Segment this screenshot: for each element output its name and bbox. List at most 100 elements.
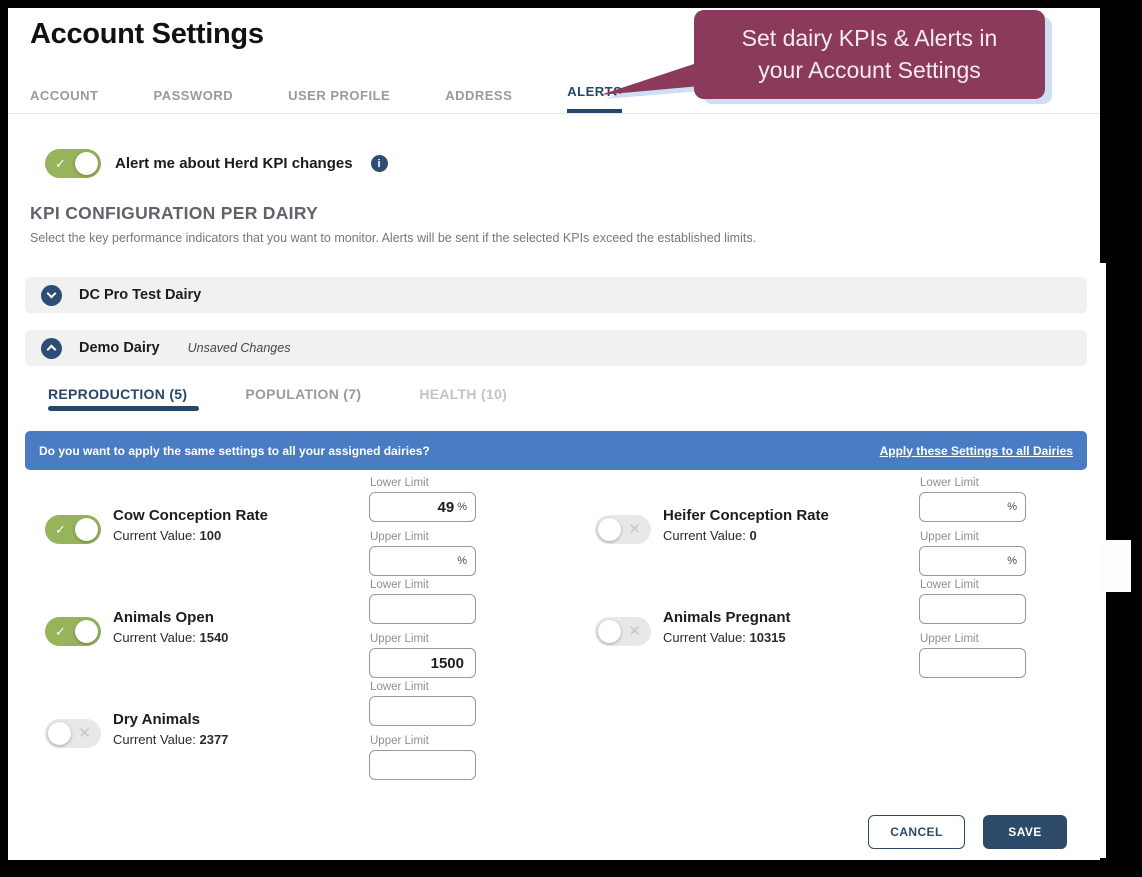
callout-arrow — [600, 55, 700, 100]
kpi-toggle[interactable]: ✕ — [45, 719, 101, 748]
lower-limit-field — [369, 696, 476, 726]
check-icon: ✓ — [55, 157, 66, 170]
tab-password[interactable]: PASSWORD — [154, 88, 234, 113]
kpi-toggle[interactable]: ✓ — [45, 617, 101, 646]
upper-limit-input[interactable] — [374, 757, 464, 774]
page-title: Account Settings — [30, 18, 264, 51]
percent-suffix: % — [1007, 501, 1017, 513]
lower-limit-label: Lower Limit — [920, 477, 1026, 489]
kpi-category-tab-bar: REPRODUCTION (5) POPULATION (7) HEALTH (… — [48, 386, 507, 402]
tab-population[interactable]: POPULATION (7) — [245, 386, 361, 402]
main-tab-bar: ACCOUNT PASSWORD USER PROFILE ADDRESS AL… — [30, 84, 622, 113]
lower-limit-field — [369, 594, 476, 624]
kpi-toggle[interactable]: ✕ — [595, 617, 651, 646]
upper-limit-input[interactable] — [924, 655, 1014, 672]
kpi-name: Cow Conception Rate — [113, 507, 268, 524]
upper-limit-label: Upper Limit — [920, 531, 1026, 543]
callout-text-line2: your Account Settings — [758, 55, 980, 86]
check-icon: ✓ — [55, 625, 66, 638]
percent-suffix: % — [457, 501, 467, 513]
dairy-panel-demo-dairy[interactable]: Demo Dairy Unsaved Changes — [25, 330, 1087, 366]
cancel-button[interactable]: CANCEL — [868, 815, 965, 849]
kpi-current-value: Current Value: 100 — [113, 528, 268, 543]
lower-limit-input[interactable] — [374, 499, 454, 516]
kpi-row-cow-conception-rate: ✓ Cow Conception Rate Current Value: 100… — [25, 475, 525, 577]
unsaved-changes-badge: Unsaved Changes — [188, 341, 291, 355]
kpi-row-animals-pregnant: ✕ Animals Pregnant Current Value: 10315 … — [575, 577, 1075, 679]
dairy-panel-dc-pro-test[interactable]: DC Pro Test Dairy — [25, 277, 1087, 313]
kpi-name: Heifer Conception Rate — [663, 507, 829, 524]
lower-limit-field: % — [919, 492, 1026, 522]
percent-suffix: % — [1007, 555, 1017, 567]
kpi-current-value: Current Value: 2377 — [113, 732, 228, 747]
tab-bar-divider — [8, 113, 1100, 114]
kpi-configuration-description: Select the key performance indicators th… — [30, 231, 756, 245]
upper-limit-input[interactable] — [374, 655, 464, 672]
active-tab-underline — [48, 406, 199, 411]
callout-text-line1: Set dairy KPIs & Alerts in — [742, 23, 998, 54]
chevron-up-icon[interactable] — [41, 338, 62, 359]
check-icon: ✓ — [55, 523, 66, 536]
apply-settings-banner: Do you want to apply the same settings t… — [25, 431, 1087, 470]
x-icon: ✕ — [628, 624, 641, 639]
percent-suffix: % — [457, 555, 467, 567]
kpi-toggle[interactable]: ✕ — [595, 515, 651, 544]
dairy-name: DC Pro Test Dairy — [79, 287, 201, 303]
kpi-current-value: Current Value: 10315 — [663, 630, 791, 645]
lower-limit-input[interactable] — [924, 601, 1014, 618]
upper-limit-field: % — [369, 546, 476, 576]
upper-limit-label: Upper Limit — [370, 633, 476, 645]
kpi-current-value: Current Value: 1540 — [113, 630, 228, 645]
herd-kpi-alert-label: Alert me about Herd KPI changes — [115, 155, 353, 172]
toggle-knob — [598, 620, 621, 643]
tab-user-profile[interactable]: USER PROFILE — [288, 88, 390, 113]
tab-account[interactable]: ACCOUNT — [30, 88, 99, 113]
lower-limit-label: Lower Limit — [370, 681, 476, 693]
tab-address[interactable]: ADDRESS — [445, 88, 512, 113]
banner-question: Do you want to apply the same settings t… — [39, 444, 430, 458]
toggle-knob — [598, 518, 621, 541]
x-icon: ✕ — [78, 726, 91, 741]
kpi-name: Animals Open — [113, 609, 228, 626]
lower-limit-label: Lower Limit — [920, 579, 1026, 591]
upper-limit-label: Upper Limit — [370, 735, 476, 747]
toggle-knob — [75, 620, 98, 643]
lower-limit-input[interactable] — [374, 703, 464, 720]
lower-limit-input[interactable] — [924, 499, 1004, 516]
apply-settings-to-all-dairies-link[interactable]: Apply these Settings to all Dairies — [880, 444, 1073, 458]
upper-limit-field: % — [919, 546, 1026, 576]
save-button[interactable]: SAVE — [983, 815, 1067, 849]
kpi-name: Animals Pregnant — [663, 609, 791, 626]
lower-limit-field: % — [369, 492, 476, 522]
kpi-name: Dry Animals — [113, 711, 228, 728]
herd-kpi-alert-toggle[interactable]: ✓ — [45, 149, 101, 178]
lower-limit-label: Lower Limit — [370, 477, 476, 489]
upper-limit-field — [919, 648, 1026, 678]
lower-limit-label: Lower Limit — [370, 579, 476, 591]
screenshot-frame: Account Settings ACCOUNT PASSWORD USER P… — [0, 0, 1142, 877]
kpi-toggle[interactable]: ✓ — [45, 515, 101, 544]
lower-limit-field — [919, 594, 1026, 624]
upper-limit-label: Upper Limit — [920, 633, 1026, 645]
upper-limit-input[interactable] — [924, 553, 1004, 570]
x-icon: ✕ — [628, 522, 641, 537]
herd-kpi-alert-row: ✓ Alert me about Herd KPI changes i — [45, 149, 388, 178]
upper-limit-field — [369, 648, 476, 678]
toggle-knob — [75, 152, 98, 175]
page-edge-notch — [1100, 540, 1131, 592]
kpi-row-dry-animals: ✕ Dry Animals Current Value: 2377 Lower … — [25, 679, 525, 781]
chevron-down-icon[interactable] — [41, 285, 62, 306]
tab-reproduction[interactable]: REPRODUCTION (5) — [48, 386, 187, 402]
kpi-current-value: Current Value: 0 — [663, 528, 829, 543]
kpi-configuration-heading: KPI CONFIGURATION PER DAIRY — [30, 203, 318, 224]
tab-health[interactable]: HEALTH (10) — [419, 386, 507, 402]
kpi-row-heifer-conception-rate: ✕ Heifer Conception Rate Current Value: … — [575, 475, 1075, 577]
upper-limit-field — [369, 750, 476, 780]
callout-tooltip: Set dairy KPIs & Alerts in your Account … — [694, 10, 1045, 99]
toggle-knob — [75, 518, 98, 541]
lower-limit-input[interactable] — [374, 601, 464, 618]
info-icon[interactable]: i — [371, 155, 388, 172]
dairy-name: Demo Dairy — [79, 340, 160, 356]
upper-limit-label: Upper Limit — [370, 531, 476, 543]
upper-limit-input[interactable] — [374, 553, 454, 570]
